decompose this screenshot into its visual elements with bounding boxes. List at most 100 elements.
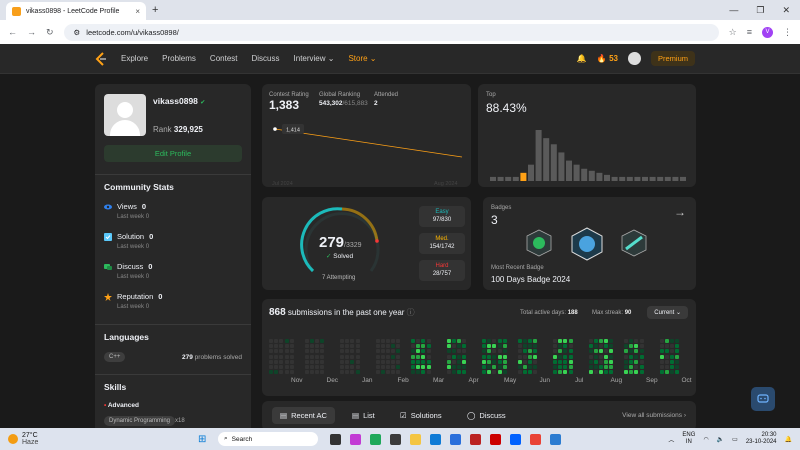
calendar-day[interactable]: [355, 344, 360, 349]
calendar-day[interactable]: [396, 354, 401, 359]
calendar-day[interactable]: [593, 339, 598, 343]
hard-box[interactable]: Hard 28/757: [419, 260, 465, 281]
forward-icon[interactable]: →: [27, 27, 36, 37]
calendar-day[interactable]: [659, 344, 664, 349]
calendar-day[interactable]: [380, 339, 385, 343]
calendar-day[interactable]: [451, 359, 456, 364]
calendar-day[interactable]: [604, 339, 609, 343]
browser-tab[interactable]: vikass0898 - LeetCode Profile ×: [6, 2, 146, 20]
calendar-day[interactable]: [350, 344, 355, 349]
calendar-day[interactable]: [421, 339, 426, 343]
notifications-icon[interactable]: 🔔: [785, 436, 792, 443]
calendar-day[interactable]: [451, 339, 456, 343]
medium-box[interactable]: Med. 154/1742: [419, 233, 465, 254]
calendar-day[interactable]: [421, 349, 426, 354]
calendar-day[interactable]: [634, 359, 639, 364]
calendar-day[interactable]: [385, 349, 390, 354]
calendar-day[interactable]: [588, 339, 593, 343]
calendar-day[interactable]: [274, 344, 279, 349]
calendar-day[interactable]: [639, 365, 644, 369]
calendar-day[interactable]: [375, 339, 380, 343]
calendar-day[interactable]: [375, 370, 380, 375]
calendar-day[interactable]: [391, 344, 396, 349]
calendar-day[interactable]: [309, 339, 314, 343]
calendar-day[interactable]: [659, 339, 664, 343]
calendar-day[interactable]: [396, 339, 401, 343]
calendar-day[interactable]: [675, 359, 680, 364]
nav-discuss[interactable]: Discuss: [252, 54, 280, 63]
calendar-day[interactable]: [446, 349, 451, 354]
calendar-day[interactable]: [558, 339, 563, 343]
leetcode-logo-icon[interactable]: [95, 51, 107, 66]
calendar-day[interactable]: [284, 349, 289, 354]
calendar-day[interactable]: [309, 344, 314, 349]
calendar-day[interactable]: [456, 349, 461, 354]
calendar-day[interactable]: [269, 354, 273, 359]
copilot-icon[interactable]: [350, 433, 361, 445]
calendar-day[interactable]: [634, 365, 639, 369]
calendar-day[interactable]: [604, 344, 609, 349]
calendar-day[interactable]: [593, 370, 598, 375]
calendar-day[interactable]: [487, 349, 492, 354]
calendar-day[interactable]: [629, 359, 634, 364]
calendar-day[interactable]: [350, 349, 355, 354]
calendar-day[interactable]: [274, 365, 279, 369]
user-avatar[interactable]: [627, 52, 641, 65]
calendar-day[interactable]: [624, 339, 628, 343]
calendar-day[interactable]: [314, 365, 319, 369]
new-tab-button[interactable]: +: [152, 4, 158, 16]
calendar-day[interactable]: [659, 359, 664, 364]
premium-button[interactable]: Premium: [650, 51, 695, 66]
calendar-day[interactable]: [675, 349, 680, 354]
calendar-day[interactable]: [502, 354, 507, 359]
calendar-day[interactable]: [558, 365, 563, 369]
calendar-day[interactable]: [284, 370, 289, 375]
calendar-day[interactable]: [380, 365, 385, 369]
calendar-day[interactable]: [664, 370, 669, 375]
calendar-day[interactable]: [634, 344, 639, 349]
calendar-day[interactable]: [624, 365, 628, 369]
calendar-day[interactable]: [380, 359, 385, 364]
calendar-day[interactable]: [289, 339, 294, 343]
calendar-day[interactable]: [497, 339, 502, 343]
calendar-day[interactable]: [269, 370, 273, 375]
calendar-day[interactable]: [609, 370, 614, 375]
calendar-day[interactable]: [320, 339, 325, 343]
calendar-day[interactable]: [593, 344, 598, 349]
calendar-day[interactable]: [391, 354, 396, 359]
calendar-day[interactable]: [568, 344, 573, 349]
calendar-day[interactable]: [304, 365, 309, 369]
calendar-day[interactable]: [487, 370, 492, 375]
calendar-day[interactable]: [451, 354, 456, 359]
calendar-day[interactable]: [675, 370, 680, 375]
calendar-day[interactable]: [426, 344, 431, 349]
calendar-day[interactable]: [320, 370, 325, 375]
calendar-day[interactable]: [492, 354, 497, 359]
calendar-day[interactable]: [487, 344, 492, 349]
back-icon[interactable]: ←: [8, 27, 17, 37]
close-tab-icon[interactable]: ×: [135, 7, 140, 16]
calendar-day[interactable]: [456, 370, 461, 375]
calendar-day[interactable]: [517, 365, 522, 369]
calendar-day[interactable]: [482, 354, 486, 359]
calendar-day[interactable]: [451, 349, 456, 354]
calendar-day[interactable]: [456, 365, 461, 369]
calendar-day[interactable]: [598, 365, 603, 369]
calendar-day[interactable]: [517, 339, 522, 343]
calendar-day[interactable]: [269, 349, 273, 354]
calendar-day[interactable]: [522, 344, 527, 349]
tab-solutions[interactable]: ☑ Solutions: [400, 411, 442, 420]
calendar-day[interactable]: [314, 359, 319, 364]
calendar-day[interactable]: [309, 354, 314, 359]
calendar-day[interactable]: [669, 365, 674, 369]
calendar-day[interactable]: [284, 354, 289, 359]
calendar-day[interactable]: [659, 370, 664, 375]
calendar-day[interactable]: [345, 354, 350, 359]
calendar-day[interactable]: [664, 344, 669, 349]
calendar-day[interactable]: [482, 339, 486, 343]
calendar-day[interactable]: [563, 370, 568, 375]
tab-list[interactable]: ▤ List: [352, 411, 375, 420]
calendar-day[interactable]: [563, 354, 568, 359]
calendar-day[interactable]: [411, 354, 415, 359]
calendar-day[interactable]: [304, 370, 309, 375]
